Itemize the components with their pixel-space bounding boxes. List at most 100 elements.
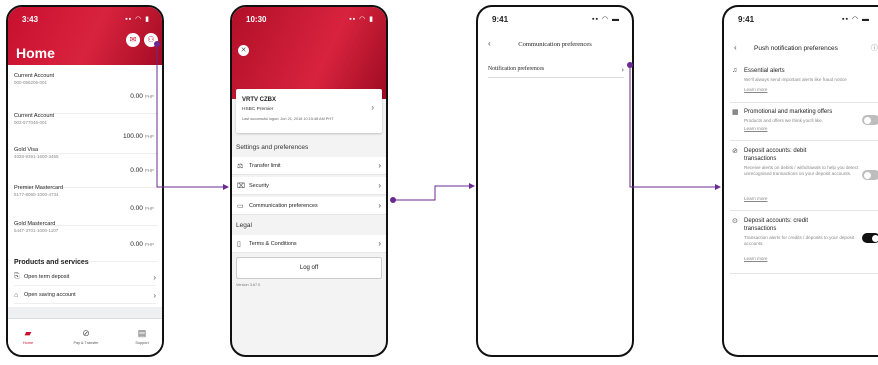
alert-description: Receive alerts on debits / withdrawals t… bbox=[744, 165, 859, 177]
credit-toggle[interactable] bbox=[862, 233, 878, 243]
divider bbox=[730, 140, 878, 141]
push-notification-screen: 9:41 ▪▪ ◠ ▬ ‹ Push notification preferen… bbox=[722, 5, 878, 357]
account-balance: 0.00 PHP bbox=[130, 205, 154, 212]
menu-header: 10:30 ▪▪ ◠ ▮ ✕ bbox=[232, 7, 386, 99]
account-row[interactable]: Gold Visa 4028-9391-1600-3455 0.00 PHP bbox=[14, 147, 158, 188]
row-label: Terms & Conditions bbox=[249, 240, 297, 247]
account-row[interactable]: Current Account 000-056206-001 0.00 PHP bbox=[14, 73, 158, 114]
status-time: 10:30 bbox=[246, 15, 267, 24]
debit-icon: ⊘ bbox=[732, 148, 738, 155]
status-icons: ▪▪ ◠ ▬ bbox=[842, 16, 870, 23]
account-name: Current Account bbox=[14, 113, 55, 119]
connector-communication-to-push bbox=[629, 65, 721, 190]
chevron-right-icon: › bbox=[378, 161, 381, 170]
connector-home-to-menu bbox=[156, 44, 229, 190]
chat-icon[interactable]: ✉ bbox=[126, 33, 140, 47]
message-icon: ▭ bbox=[237, 202, 244, 210]
row-label: Transfer limit bbox=[249, 162, 281, 169]
alert-title: Essential alerts bbox=[744, 68, 785, 74]
debit-transactions: ⊘ Deposit accounts: debit transactions R… bbox=[732, 147, 878, 211]
divider bbox=[730, 210, 878, 211]
chevron-right-icon: › bbox=[621, 64, 624, 74]
bell-icon: ♫ bbox=[732, 67, 738, 74]
security-row[interactable]: ⌧ Security › bbox=[232, 177, 386, 195]
help-icon[interactable]: ⓘ bbox=[871, 43, 878, 53]
status-icons: ▪▪ ◠ ▮ bbox=[125, 16, 150, 23]
promotional-toggle[interactable] bbox=[862, 115, 878, 125]
status-time: 9:41 bbox=[492, 15, 509, 24]
close-icon[interactable]: ✕ bbox=[238, 45, 249, 56]
divider bbox=[730, 273, 878, 274]
chevron-right-icon: › bbox=[371, 103, 374, 112]
account-balance: 0.00 PHP bbox=[130, 167, 154, 174]
bank-icon: ⌂ bbox=[14, 291, 19, 299]
back-icon[interactable]: ‹ bbox=[734, 43, 737, 52]
debit-toggle[interactable] bbox=[862, 170, 878, 180]
learn-more-link[interactable]: Learn more bbox=[744, 87, 768, 92]
menu-screen: 10:30 ▪▪ ◠ ▮ ✕ VRTV CZBX HSBC Premier La… bbox=[230, 5, 388, 357]
open-term-deposit-row[interactable]: ⎘ Open term deposit › bbox=[14, 269, 156, 286]
profile-name: VRTV CZBX bbox=[242, 97, 277, 103]
connector-menu-to-communication bbox=[391, 183, 475, 201]
account-number: 4028-9391-1600-3455 bbox=[14, 154, 59, 159]
divider bbox=[730, 102, 878, 103]
tab-pay-transfer[interactable]: ⊘ Pay & Transfer bbox=[66, 328, 106, 345]
account-row[interactable]: Gold Mastercard 5447-3701-1000-1107 0.00… bbox=[14, 221, 158, 262]
row-label: Security bbox=[249, 182, 269, 189]
credit-transactions: ⊙ Deposit accounts: credit transactions … bbox=[732, 217, 878, 273]
products-heading: Products and services bbox=[14, 259, 89, 266]
open-saving-account-row[interactable]: ⌂ Open saving account › bbox=[14, 287, 156, 304]
account-number: 5447-3701-1000-1107 bbox=[14, 228, 59, 233]
profile-tier: HSBC Premier bbox=[242, 107, 274, 112]
chevron-right-icon: › bbox=[378, 239, 381, 248]
chevron-right-icon: › bbox=[153, 272, 156, 282]
status-time: 9:41 bbox=[738, 15, 755, 24]
essential-alerts: ♫ Essential alerts We'll always send imp… bbox=[732, 67, 878, 103]
support-icon: ▤ bbox=[137, 328, 147, 338]
chevron-right-icon: › bbox=[153, 290, 156, 300]
notification-preferences-row[interactable]: Notification preferences › bbox=[488, 61, 624, 78]
row-label: Open term deposit bbox=[24, 274, 70, 280]
deposit-icon: ⎘ bbox=[14, 273, 20, 280]
promotional-offers: ▦ Promotional and marketing offers Produ… bbox=[732, 108, 878, 144]
account-name: Gold Visa bbox=[14, 147, 39, 153]
transfer-limit-row[interactable]: ⚖ Transfer limit › bbox=[232, 157, 386, 175]
learn-more-link[interactable]: Learn more bbox=[744, 126, 768, 131]
status-icons: ▪▪ ◠ ▮ bbox=[349, 16, 374, 23]
account-balance: 0.00 PHP bbox=[130, 93, 154, 100]
profile-icon[interactable]: ⚇ bbox=[144, 33, 158, 47]
credit-icon: ⊙ bbox=[732, 218, 738, 225]
chevron-right-icon: › bbox=[378, 201, 381, 210]
transfer-icon: ⊘ bbox=[82, 328, 90, 338]
account-name: Premier Mastercard bbox=[14, 185, 64, 191]
app-version: Version 3.67.0 bbox=[236, 283, 261, 287]
row-label: Notification preferences bbox=[488, 66, 545, 72]
terms-conditions-row[interactable]: ▯ Terms & Conditions › bbox=[232, 235, 386, 253]
page-title: Home bbox=[16, 45, 55, 61]
communication-preferences-row[interactable]: ▭ Communication preferences › bbox=[232, 197, 386, 215]
alert-description: Transaction alerts for credits / deposit… bbox=[744, 235, 855, 247]
alert-description: We'll always send important alerts like … bbox=[744, 77, 847, 82]
learn-more-link[interactable]: Learn more bbox=[744, 196, 768, 201]
alert-description: Products and offers we think you'll like… bbox=[744, 118, 823, 123]
alert-title: Deposit accounts: credit transactions bbox=[744, 218, 809, 232]
profile-card[interactable]: VRTV CZBX HSBC Premier Last successful l… bbox=[236, 89, 382, 133]
status-time: 3:43 bbox=[22, 15, 39, 24]
legal-heading: Legal bbox=[236, 222, 252, 229]
learn-more-link[interactable]: Learn more bbox=[744, 256, 768, 261]
row-label: Open saving account bbox=[24, 292, 76, 298]
home-header: 3:43 ▪▪ ◠ ▮ ✉ ⚇ Home bbox=[8, 7, 162, 65]
home-screen: 3:43 ▪▪ ◠ ▮ ✉ ⚇ Home Current Account 000… bbox=[6, 5, 164, 357]
account-name: Gold Mastercard bbox=[14, 221, 56, 227]
account-row[interactable]: Premier Mastercard 5177-8060-1000-4734 0… bbox=[14, 185, 158, 226]
page-title: Push notification preferences bbox=[754, 45, 838, 52]
tab-support[interactable]: ▤ Support bbox=[122, 328, 162, 345]
logoff-button[interactable]: Log off bbox=[236, 257, 382, 279]
lock-icon: ⌧ bbox=[237, 182, 246, 190]
gift-icon: ▦ bbox=[732, 109, 739, 116]
settings-heading: Settings and preferences bbox=[236, 144, 309, 151]
account-balance: 100.00 PHP bbox=[123, 133, 154, 140]
scale-icon: ⚖ bbox=[237, 162, 244, 170]
account-number: 5177-8060-1000-4734 bbox=[14, 192, 59, 197]
tab-home[interactable]: ▰ Home bbox=[8, 328, 48, 345]
